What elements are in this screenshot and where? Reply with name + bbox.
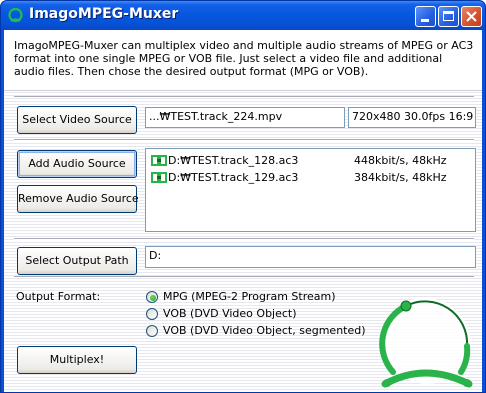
minimize-icon [421,19,429,22]
audio-file-info: 384kbit/s, 48kHz [354,171,447,184]
maximize-icon [443,11,454,21]
separator [14,238,474,240]
maximize-button[interactable] [438,6,459,27]
audio-list-item[interactable]: D:₩TEST.track_128.ac3 448kbit/s, 48kHz [150,154,472,168]
radio-button[interactable] [146,308,158,320]
radio-label[interactable]: VOB (DVD Video Object) [163,307,297,320]
minimize-button[interactable] [415,6,436,27]
output-format-label: Output Format: [16,290,101,303]
radio-label[interactable]: VOB (DVD Video Object, segmented) [163,324,366,337]
radio-selected-dot [150,295,156,301]
video-path-field: ...₩TEST.track_224.mpv [145,107,345,128]
ac3-audio-icon [151,155,167,166]
close-button[interactable] [461,6,482,27]
audio-file-info: 448kbit/s, 48kHz [354,154,447,167]
app-window: ImagoMPEG-Muxer ImagoMPEG-Muxer can mult… [0,0,486,393]
separator [14,276,474,278]
remove-audio-source-button[interactable]: Remove Audio Source [17,185,139,213]
audio-list-item[interactable]: D:₩TEST.track_129.ac3 384kbit/s, 48kHz [150,171,472,185]
title-bar[interactable]: ImagoMPEG-Muxer [1,1,485,30]
radio-label[interactable]: MPG (MPEG-2 Program Stream) [163,290,336,303]
add-audio-source-button[interactable]: Add Audio Source [17,150,137,178]
output-path-field: D: [145,246,476,268]
audio-file-name: D:₩TEST.track_128.ac3 [168,154,299,167]
close-icon [466,11,477,22]
main-panel: ImagoMPEG-Muxer can multiplex video and … [4,30,482,392]
radio-button[interactable] [146,291,158,303]
audio-list[interactable]: D:₩TEST.track_128.ac3 448kbit/s, 48kHz D… [145,148,476,232]
video-info-field: 720x480 30.0fps 16:9 [348,107,476,128]
select-output-path-button[interactable]: Select Output Path [17,247,137,275]
ac3-audio-icon [151,172,167,183]
description-text: ImagoMPEG-Muxer can multiplex video and … [14,39,474,78]
audio-file-name: D:₩TEST.track_129.ac3 [168,171,299,184]
radio-button[interactable] [146,325,158,337]
multiplex-button[interactable]: Multiplex! [17,346,137,374]
select-video-source-button[interactable]: Select Video Source [17,106,137,134]
description-panel: ImagoMPEG-Muxer can multiplex video and … [4,30,482,91]
window-title: ImagoMPEG-Muxer [29,6,179,22]
separator [14,139,474,141]
app-logo-icon [8,7,23,23]
imago-logo-icon [379,297,473,388]
separator [14,96,474,98]
